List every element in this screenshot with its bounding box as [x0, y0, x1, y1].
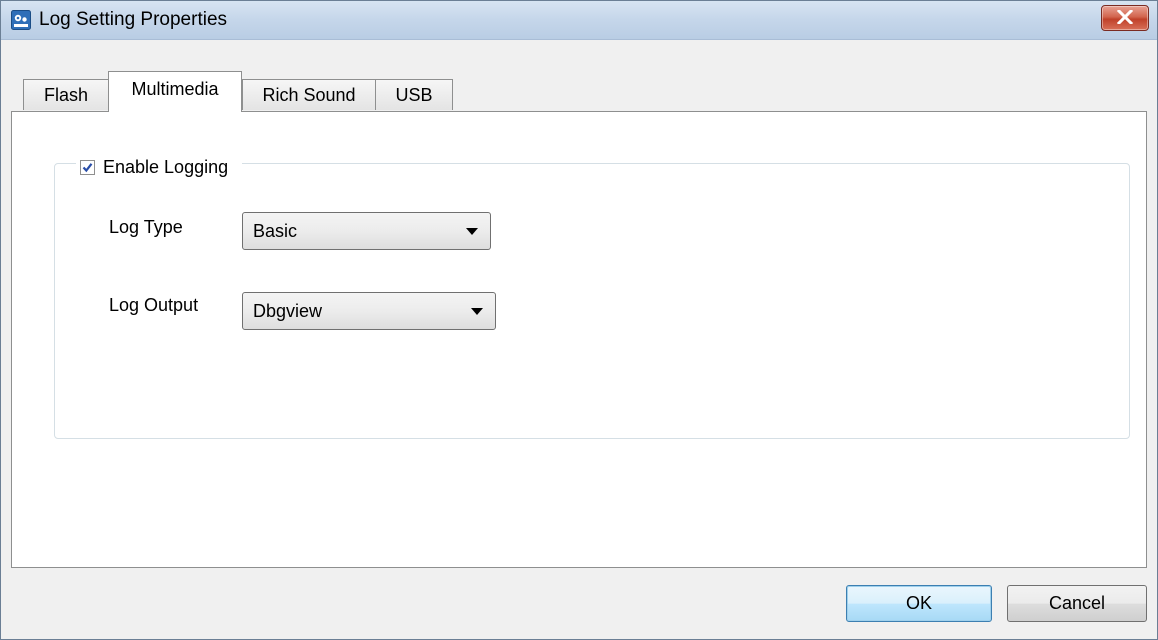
log-settings-icon	[11, 10, 31, 30]
log-setting-properties-dialog: Log Setting Properties Flash Multimedia …	[0, 0, 1158, 640]
tab-label: Rich Sound	[262, 85, 356, 105]
close-icon	[1117, 10, 1133, 24]
log-output-label: Log Output	[109, 295, 199, 315]
ok-button[interactable]: OK	[846, 585, 992, 622]
tab-label: Multimedia	[131, 79, 219, 99]
log-type-select[interactable]: Basic	[242, 212, 491, 250]
title-bar: Log Setting Properties	[1, 1, 1157, 40]
log-output-value: Dbgview	[253, 301, 323, 321]
window-title: Log Setting Properties	[39, 9, 228, 30]
tab-content-panel: Enable Logging Log Type Basic Log Output…	[11, 111, 1147, 568]
enable-logging-checkbox[interactable]	[80, 159, 95, 175]
log-type-label: Log Type	[109, 217, 183, 237]
tab-rich-sound[interactable]: Rich Sound	[242, 79, 376, 110]
tab-flash[interactable]: Flash	[23, 79, 109, 110]
close-button[interactable]	[1101, 5, 1149, 31]
enable-logging-label: Enable Logging	[103, 156, 229, 177]
ok-button-label: OK	[905, 593, 932, 613]
cancel-button-label: Cancel	[1048, 593, 1106, 613]
log-type-value: Basic	[253, 221, 298, 241]
tab-multimedia[interactable]: Multimedia	[108, 71, 242, 112]
dropdown-arrow-icon	[471, 308, 483, 315]
log-output-select[interactable]: Dbgview	[242, 292, 496, 330]
checkmark-icon	[82, 162, 93, 172]
tab-label: Flash	[43, 85, 88, 105]
tab-usb[interactable]: USB	[375, 79, 453, 110]
tab-label: USB	[395, 85, 433, 105]
cancel-button[interactable]: Cancel	[1007, 585, 1147, 622]
logging-groupbox	[54, 163, 1130, 439]
dropdown-arrow-icon	[466, 228, 478, 235]
enable-logging-checkbox-row[interactable]: Enable Logging	[76, 152, 243, 182]
